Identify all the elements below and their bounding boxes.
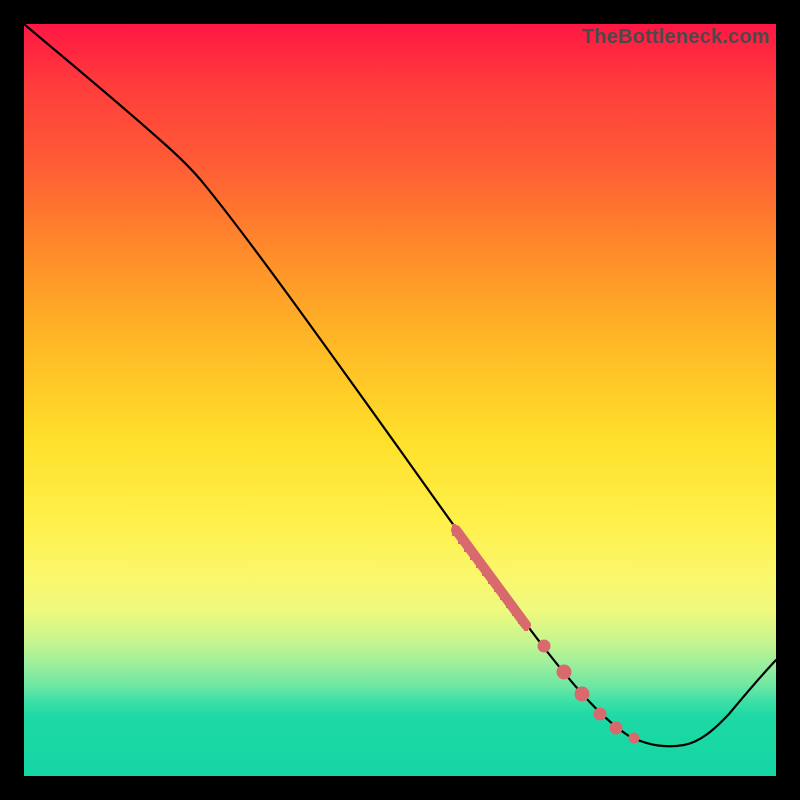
curve-path (24, 24, 776, 746)
chart-frame: TheBottleneck.com (0, 0, 800, 800)
bottleneck-curve (24, 24, 776, 776)
highlight-markers (454, 524, 639, 743)
plot-area: TheBottleneck.com (24, 24, 776, 776)
